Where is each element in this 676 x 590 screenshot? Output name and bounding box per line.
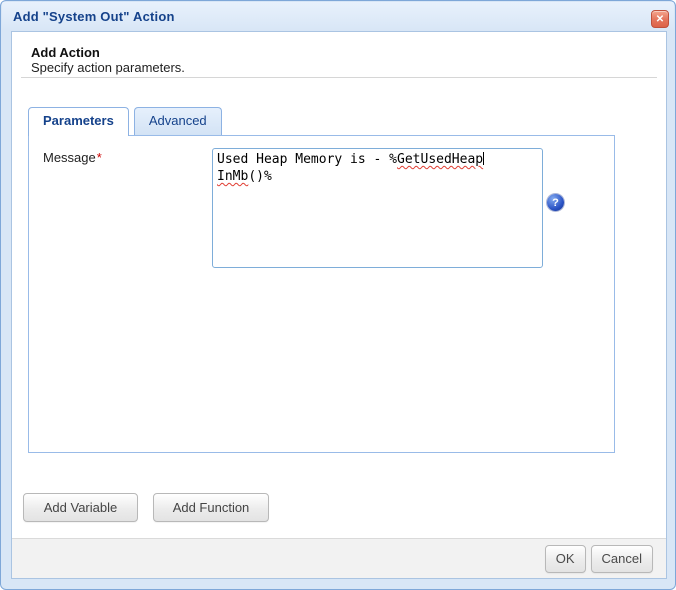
section-subtitle: Specify action parameters. <box>31 60 185 75</box>
add-variable-button[interactable]: Add Variable <box>23 493 138 522</box>
dialog-add-system-out-action: Add "System Out" Action ✕ Add Action Spe… <box>0 0 676 590</box>
tab-advanced-label: Advanced <box>149 113 207 128</box>
title-bar: Add "System Out" Action <box>2 2 674 31</box>
tab-parameters[interactable]: Parameters <box>28 107 129 136</box>
help-icon[interactable]: ? <box>547 194 564 211</box>
header-divider <box>21 77 657 78</box>
tab-parameters-label: Parameters <box>43 113 114 128</box>
required-marker: * <box>97 150 102 165</box>
message-text: ()% <box>248 169 271 184</box>
text-caret <box>483 152 484 165</box>
cancel-button[interactable]: Cancel <box>591 545 653 573</box>
tab-advanced[interactable]: Advanced <box>134 107 222 135</box>
message-text: Used Heap Memory is - % <box>217 152 397 167</box>
close-icon: ✕ <box>656 14 664 25</box>
close-button[interactable]: ✕ <box>651 10 669 28</box>
tab-strip: Parameters Advanced <box>28 107 222 136</box>
parameters-tab-panel: Message* Used Heap Memory is - %GetUsedH… <box>28 135 615 453</box>
message-label: Message* <box>43 150 102 165</box>
message-text-spellcheck: InMb <box>217 169 248 184</box>
dialog-footer: OK Cancel <box>12 538 666 578</box>
ok-button[interactable]: OK <box>545 545 586 573</box>
dialog-body: Add Action Specify action parameters. Pa… <box>11 31 667 579</box>
message-text-spellcheck: GetUsedHeap <box>397 152 483 167</box>
add-function-button[interactable]: Add Function <box>153 493 269 522</box>
message-textarea[interactable]: Used Heap Memory is - %GetUsedHeap InMb()… <box>212 148 543 268</box>
section-title: Add Action <box>31 45 100 60</box>
dialog-title: Add "System Out" Action <box>13 9 175 24</box>
